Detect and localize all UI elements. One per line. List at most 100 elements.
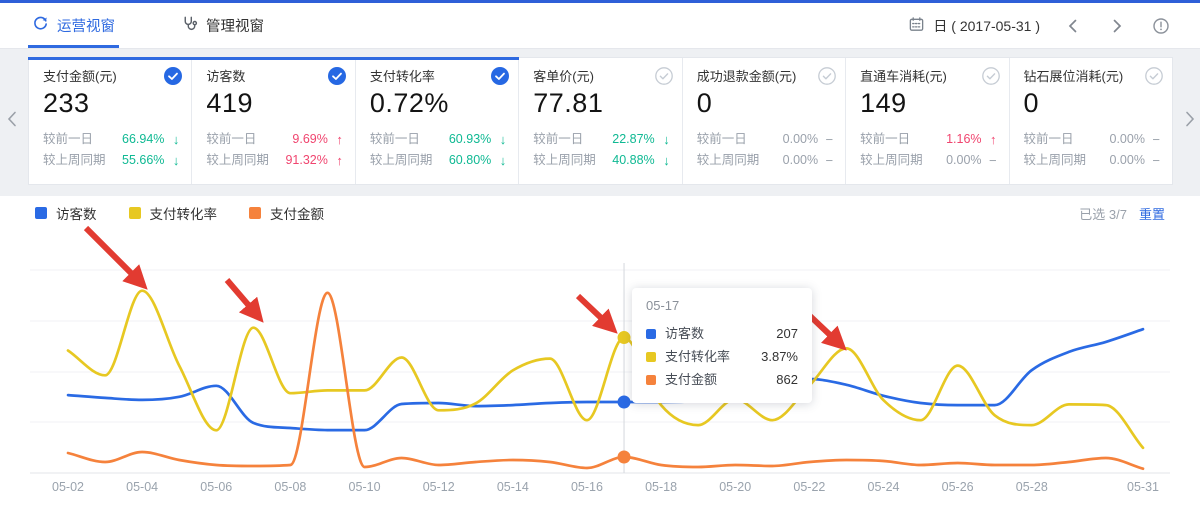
cards-scroll-right-button[interactable]	[1183, 110, 1197, 133]
x-axis-label: 05-10	[349, 480, 381, 494]
x-axis-label: 05-08	[274, 480, 306, 494]
metric-value: 149	[860, 86, 996, 120]
date-label: 日 ( 2017-05-31 )	[933, 16, 1040, 36]
metric-select-check-icon[interactable]	[818, 67, 836, 85]
tab-label: 运营视窗	[57, 15, 115, 36]
legend-label: 支付金额	[270, 203, 324, 223]
arrow-up-icon: ↑	[982, 129, 997, 150]
change-label: 较上周同期	[206, 150, 269, 171]
metric-title: 客单价(元)	[533, 69, 669, 85]
x-axis-label: 05-26	[942, 480, 974, 494]
metric-card[interactable]: 直通车消耗(元) 149 较前一日1.16%↑较上周同期0.00%−	[846, 58, 1009, 184]
metric-cards-row: 支付金额(元) 233 较前一日66.94%↓较上周同期55.66%↓ 访客数 …	[28, 57, 1173, 185]
metric-card[interactable]: 支付转化率 0.72% 较前一日60.93%↓较上周同期60.80%↓	[356, 58, 519, 184]
metric-changes: 较前一日22.87%↓较上周同期40.88%↓	[533, 129, 669, 171]
change-label: 较前一日	[533, 129, 583, 150]
metric-card[interactable]: 支付金额(元) 233 较前一日66.94%↓较上周同期55.66%↓	[29, 58, 192, 184]
x-axis-label: 05-18	[645, 480, 677, 494]
visitors-color-swatch	[35, 207, 47, 219]
metric-value: 419	[206, 86, 342, 120]
change-label: 较上周同期	[697, 150, 760, 171]
arrow-up-icon: ↑	[328, 150, 343, 171]
metric-select-check-icon[interactable]	[491, 67, 509, 85]
chart-tooltip: 05-17 访客数 207 支付转化率 3.87% 支付金额 862	[632, 288, 812, 403]
metric-change-row: 较上周同期0.00%−	[860, 150, 996, 171]
metric-card[interactable]: 客单价(元) 77.81 较前一日22.87%↓较上周同期40.88%↓	[519, 58, 682, 184]
annotation-arrow	[578, 296, 602, 319]
metric-select-check-icon[interactable]	[164, 67, 182, 85]
tooltip-value: 3.87%	[761, 345, 798, 368]
tooltip-row-payment: 支付金额 862	[646, 368, 798, 391]
change-value: 0.00%	[946, 150, 981, 171]
change-value: 0.00%	[1110, 150, 1145, 171]
cards-scroll-left-button[interactable]	[5, 110, 19, 133]
legend-item-visitors[interactable]: 访客数	[35, 203, 97, 223]
change-label: 较前一日	[370, 129, 420, 150]
reset-link[interactable]: 重置	[1139, 204, 1165, 223]
metric-select-check-icon[interactable]	[982, 67, 1000, 85]
metric-changes: 较前一日0.00%−较上周同期0.00%−	[697, 129, 833, 171]
top-navigation-bar: 运营视窗 管理视窗 日 ( 2017-05-31 )	[0, 0, 1200, 49]
metric-select-check-icon[interactable]	[328, 67, 346, 85]
metric-change-row: 较上周同期0.00%−	[697, 150, 833, 171]
sync-circle-icon	[32, 15, 49, 36]
legend-label: 访客数	[56, 203, 97, 223]
x-axis-label: 05-16	[571, 480, 603, 494]
arrow-down-icon: ↓	[164, 150, 179, 171]
metric-change-row: 较上周同期40.88%↓	[533, 150, 669, 171]
change-value: 0.00%	[783, 129, 818, 150]
change-value: 55.66%	[122, 150, 164, 171]
metric-title: 支付金额(元)	[43, 69, 179, 85]
header-right-controls: 日 ( 2017-05-31 )	[908, 3, 1172, 48]
previous-day-button[interactable]	[1062, 15, 1084, 37]
metric-change-row: 较上周同期91.32%↑	[206, 150, 342, 171]
metric-title: 访客数	[206, 69, 342, 85]
next-day-button[interactable]	[1106, 15, 1128, 37]
metric-select-check-icon[interactable]	[655, 67, 673, 85]
metric-card[interactable]: 钻石展位消耗(元) 0 较前一日0.00%−较上周同期0.00%−	[1010, 58, 1172, 184]
legend-item-payment-amount[interactable]: 支付金额	[249, 203, 324, 223]
tab-management-view[interactable]: 管理视窗	[177, 3, 268, 48]
metric-change-row: 较前一日0.00%−	[697, 129, 833, 150]
tab-label: 管理视窗	[206, 15, 264, 36]
legend-item-conversion-rate[interactable]: 支付转化率	[129, 203, 218, 223]
hover-dot-访客数	[618, 395, 631, 408]
change-label: 较上周同期	[860, 150, 923, 171]
info-icon[interactable]	[1150, 15, 1172, 37]
dash-icon: −	[1145, 129, 1160, 150]
metric-change-row: 较前一日9.69%↑	[206, 129, 342, 150]
hover-dot-支付金额	[618, 450, 631, 463]
x-axis-label: 05-24	[868, 480, 900, 494]
metric-card[interactable]: 访客数 419 较前一日 9.69%↑较上周同期91.32%↑	[192, 58, 355, 184]
tab-operations-view[interactable]: 运营视窗	[28, 3, 119, 48]
metric-changes: 较前一日 9.69%↑较上周同期91.32%↑	[206, 129, 342, 171]
metric-value: 0	[1024, 86, 1160, 120]
x-axis-label: 05-14	[497, 480, 529, 494]
tooltip-label: 访客数	[665, 322, 704, 345]
tooltip-value: 207	[776, 322, 798, 345]
metric-change-row: 较前一日1.16%↑	[860, 129, 996, 150]
date-picker[interactable]: 日 ( 2017-05-31 )	[908, 16, 1040, 36]
change-label: 较前一日	[206, 129, 256, 150]
metric-changes: 较前一日1.16%↑较上周同期0.00%−	[860, 129, 996, 171]
metric-change-row: 较前一日66.94%↓	[43, 129, 179, 150]
calendar-icon	[908, 16, 925, 36]
change-value: 60.80%	[449, 150, 491, 171]
hover-dot-支付转化率	[618, 331, 631, 344]
change-value: 0.00%	[783, 150, 818, 171]
metric-select-check-icon[interactable]	[1145, 67, 1163, 85]
metric-title: 直通车消耗(元)	[860, 69, 996, 85]
metric-card[interactable]: 成功退款金额(元) 0 较前一日0.00%−较上周同期0.00%−	[683, 58, 846, 184]
change-label: 较前一日	[1024, 129, 1074, 150]
x-axis-label: 05-02	[52, 480, 84, 494]
annotation-arrow	[227, 280, 250, 307]
tooltip-label: 支付金额	[665, 368, 717, 391]
metric-change-row: 较上周同期55.66%↓	[43, 150, 179, 171]
chart-legend: 访客数 支付转化率 支付金额 已选 3/7 重置	[0, 200, 1200, 226]
metric-change-row: 较前一日22.87%↓	[533, 129, 669, 150]
x-axis-label: 05-28	[1016, 480, 1048, 494]
change-value: 60.93%	[449, 129, 491, 150]
metric-change-row: 较上周同期0.00%−	[1024, 150, 1160, 171]
change-label: 较前一日	[43, 129, 93, 150]
change-value: 9.69%	[292, 129, 327, 150]
